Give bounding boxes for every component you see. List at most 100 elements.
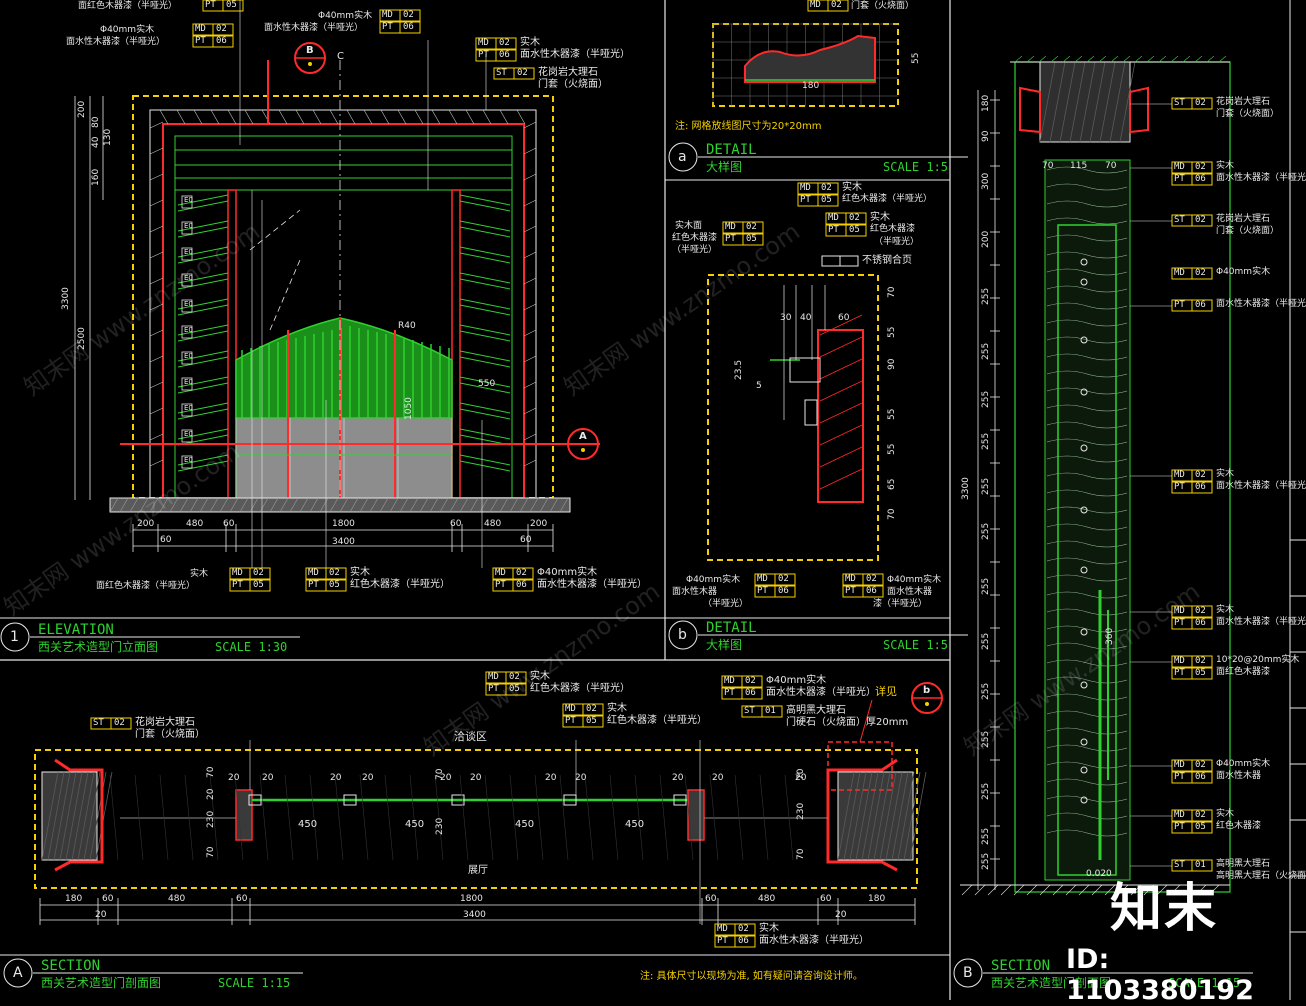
- elev-top-hatch: [499, 109, 509, 125]
- sec-b-c3-t1-num: 06: [1195, 300, 1206, 310]
- det-b-vdim: 65: [887, 478, 897, 490]
- elev-stone-hatch: [523, 355, 537, 363]
- elev-callout-l-tag1-code: MD: [195, 24, 206, 34]
- elev-stone-hatch: [523, 225, 537, 233]
- sec-a-c3-tag2-code: PT: [565, 716, 576, 726]
- sec-a-vdim: 70: [796, 848, 806, 860]
- sec-a-c4-text1: Φ40mm实木: [766, 675, 827, 686]
- sec-b-c2-b: 门套（火烧面）: [1216, 226, 1280, 236]
- det-b-c5-a: Φ40mm实木: [686, 575, 741, 585]
- elev-top-hatch: [465, 109, 475, 125]
- sec-a-vdim: 230: [206, 810, 216, 828]
- elev-block-label: E0: [184, 222, 193, 230]
- sec-b-c7-t1-code: MD: [1174, 760, 1185, 770]
- sec-a-vdim: 70: [435, 768, 445, 780]
- sec-b-ceiling-hatch: [1098, 55, 1107, 63]
- elev-right-slat: [459, 408, 511, 420]
- elev-callout-r1-tag2-num: 06: [499, 50, 510, 60]
- det-b-c2-t1-num: 02: [849, 213, 860, 223]
- elev-vdim-text: 80: [91, 116, 101, 128]
- det-b-c1-a: 实木: [842, 182, 862, 193]
- elev-note-tl1: 面红色木器漆（半哑光）: [78, 1, 178, 11]
- elev-note-l1: Φ40mm实木: [100, 25, 155, 35]
- sec-b-c0-t1-code: ST: [1174, 98, 1185, 108]
- det-b-c1-t1-num: 02: [821, 183, 832, 193]
- elev-right-slat: [459, 324, 511, 336]
- elev-dim: 1050: [404, 397, 414, 420]
- sec-b-cap-r: [1129, 86, 1149, 134]
- sec-a-grain: [584, 774, 594, 861]
- sec-a-grain: [109, 774, 119, 861]
- sec-a-grain: [509, 774, 519, 861]
- sec-a-zone-bottom: 展厅: [468, 865, 488, 876]
- sec-b-ceiling-hatch: [1026, 55, 1035, 63]
- elev-callout-c-tag1-num: 02: [403, 10, 414, 20]
- det-b-c3-box: [821, 255, 841, 267]
- sec-b-c5-b: 面水性木器漆（半哑光）: [1216, 617, 1306, 627]
- sec-b-vdim-text: 255: [981, 827, 991, 845]
- sec-b-c5-a: 实木: [1216, 605, 1235, 615]
- det-b-c5-b: 面水性木器: [672, 587, 718, 597]
- sec-a-vdim: 70: [206, 846, 216, 858]
- elev-callout-r2-text2: 门套（火烧面）: [538, 79, 608, 90]
- sec-b-ceiling-hatch: [1194, 55, 1203, 63]
- elev-right-slat: [459, 200, 511, 212]
- sec-b-floor-hatch: [1078, 884, 1090, 896]
- elev-callout-tl-tag1-code: PT: [205, 0, 216, 10]
- sec-b-ceiling-hatch: [1218, 55, 1227, 63]
- det-b-c5-c: （半哑光）: [703, 599, 749, 609]
- elev-stone-hatch: [149, 173, 164, 181]
- sec-b-c6-t1-num: 02: [1195, 656, 1206, 666]
- elev-mark-A-letter: A: [579, 431, 587, 442]
- sec-a-c6-tag2-num: 06: [738, 936, 749, 946]
- sec-a-dim-top: 20: [228, 773, 240, 783]
- elev-top-hatch: [244, 109, 254, 125]
- elev-top-hatch: [227, 109, 237, 125]
- elev-right-slat: [459, 460, 511, 472]
- sec-b-c3-t1-code: PT: [1174, 300, 1185, 310]
- sec-a-c4-tag1-num: 02: [745, 676, 756, 686]
- det-b-hinge-body: [789, 357, 821, 383]
- det-b-c1-t1-code: MD: [800, 183, 811, 193]
- elev-block-label: E0: [184, 196, 193, 204]
- sec-a-grain: [534, 774, 544, 861]
- sec-a-grain: [484, 774, 494, 861]
- elev-dim: 200: [530, 519, 548, 529]
- sec-b-ceiling-hatch: [1086, 55, 1095, 63]
- elev-right-slat: [459, 454, 511, 466]
- elev-top-hatch: [516, 109, 526, 125]
- elev-note-c1: Φ40mm实木: [318, 11, 373, 21]
- sec-a-c1-text2: 门套（火烧面）: [135, 729, 205, 740]
- sec-b-vdim-text: 180: [981, 94, 991, 112]
- sec-b-vdim-text: 300: [981, 172, 991, 190]
- elev-stone-hatch: [149, 433, 164, 441]
- sec-b-c1-a: 实木: [1216, 161, 1235, 171]
- det-b-c2-c: （半哑光）: [874, 237, 920, 247]
- title-detail-a-en: DETAIL: [706, 142, 757, 158]
- elev-callout-c-tag2-num: 06: [403, 22, 414, 32]
- sec-b-c8-t2-code: PT: [1174, 822, 1185, 832]
- det-b-c2-b: 红色木器漆: [870, 224, 916, 234]
- elev-block-label: E0: [184, 404, 193, 412]
- elev-mark-B-letter: B: [306, 45, 314, 56]
- det-b-dim: 30: [780, 313, 792, 323]
- elev-callout-b2-text2: 红色木器漆（半哑光）: [350, 579, 450, 590]
- sec-b-c4-t2-num: 06: [1195, 482, 1206, 492]
- det-b-vdim: 70: [887, 508, 897, 520]
- sec-a-dim-top: 20: [575, 773, 587, 783]
- title-section-a-id: A: [13, 965, 23, 981]
- sec-b-c8-t1-num: 02: [1195, 810, 1206, 820]
- elev-top-hatch: [176, 109, 186, 125]
- elev-right-jamb: [451, 189, 461, 499]
- sec-a-c5-text1: 高明黑大理石: [786, 705, 846, 716]
- sec-b-ceiling-hatch: [1134, 55, 1143, 63]
- elev-right-slat: [459, 278, 511, 290]
- sec-a-grain: [284, 774, 294, 861]
- sec-a-c3-text1: 实木: [607, 703, 627, 714]
- elev-note-l2: 面水性木器漆（半哑光）: [66, 37, 166, 47]
- sec-b-ceiling-hatch: [1170, 55, 1179, 63]
- sec-b-lintel: [1039, 61, 1131, 143]
- elev-right-slat: [459, 298, 511, 310]
- sec-b-ceiling-hatch: [1050, 55, 1059, 63]
- elev-callout-r2-text1: 花岗岩大理石: [538, 67, 598, 78]
